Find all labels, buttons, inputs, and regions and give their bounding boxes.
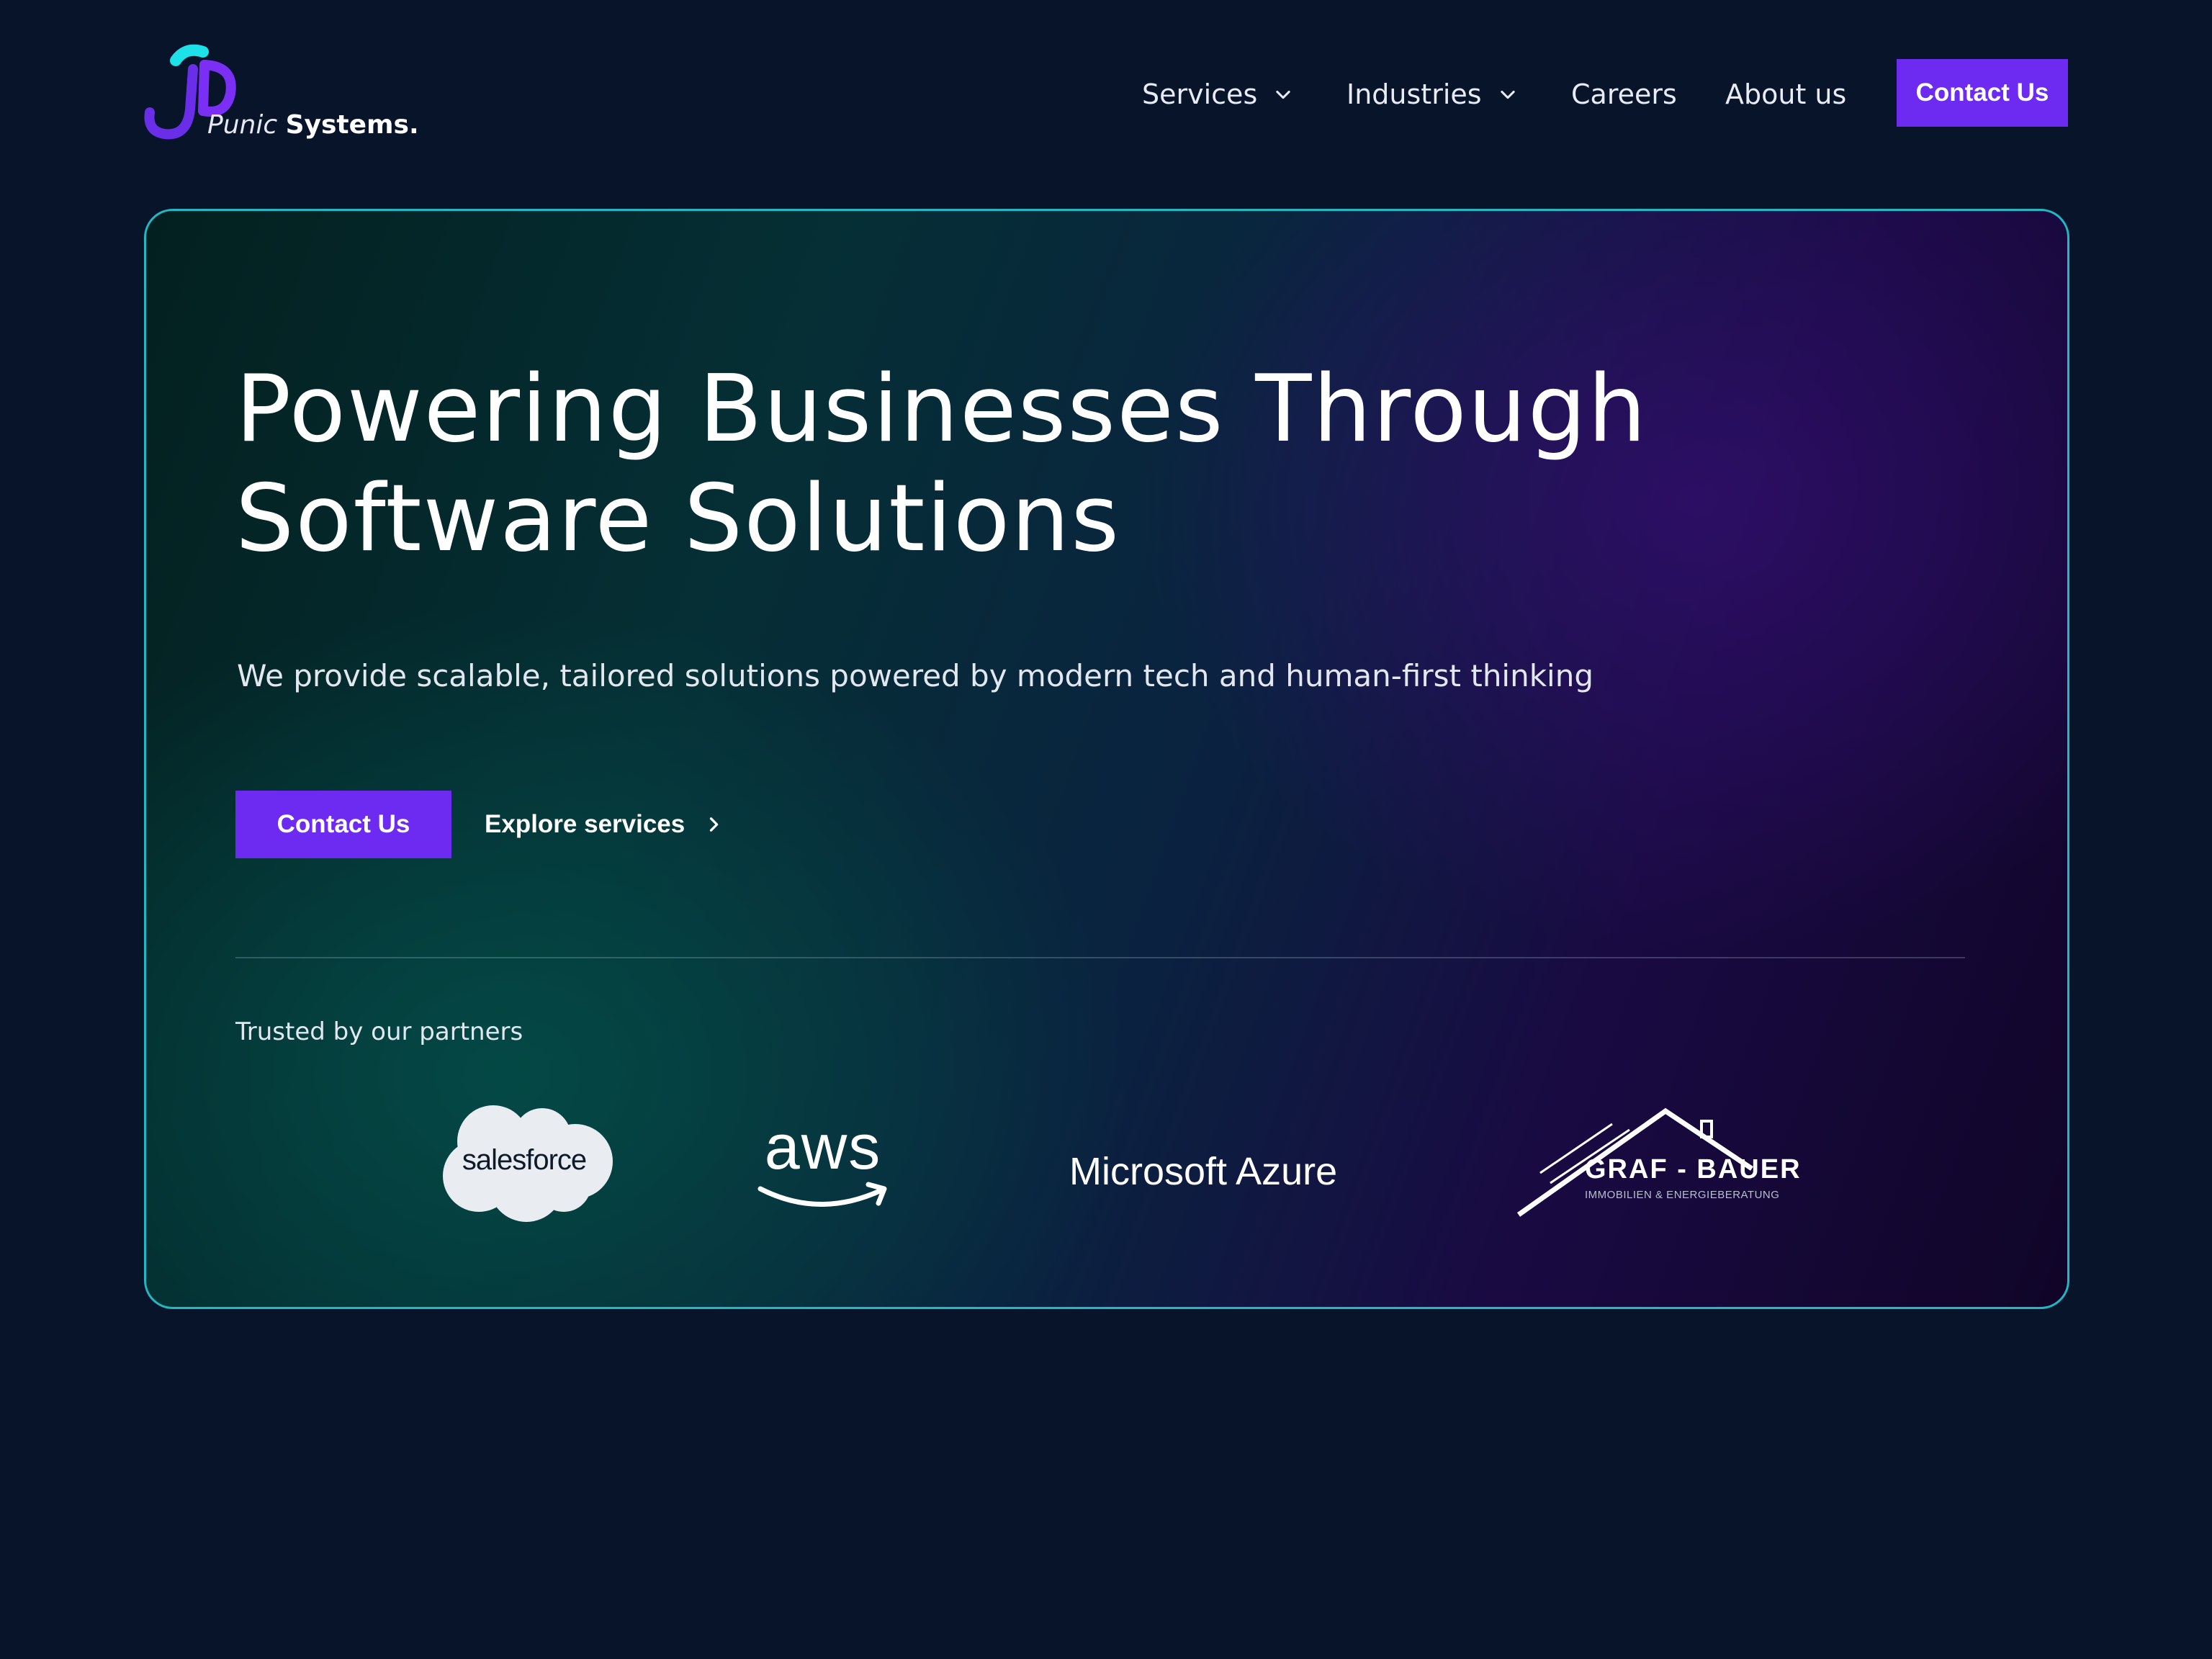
- nav-item-about-us[interactable]: About us: [1725, 69, 1846, 120]
- nav-item-label: Services: [1142, 78, 1258, 110]
- nav-item-careers[interactable]: Careers: [1571, 69, 1677, 120]
- chevron-down-icon: [1500, 90, 1515, 99]
- hero-title-line-2: Software Solutions: [235, 465, 1121, 572]
- graf-bauer-logo: GRAF - BAUER IMMOBILIEN & ENERGIEBERATUN…: [1514, 1104, 1802, 1226]
- partners-label: Trusted by our partners: [235, 1017, 523, 1046]
- header-contact-button[interactable]: Contact Us: [1897, 59, 2068, 127]
- chevron-down-icon: [1276, 90, 1290, 99]
- graf-bauer-wordmark: GRAF - BAUER: [1585, 1154, 1802, 1184]
- hero-subtitle: We provide scalable, tailored solutions …: [237, 658, 1593, 693]
- main-nav: Services Industries Careers About us: [0, 69, 2212, 120]
- aws-logo: aws: [755, 1111, 899, 1219]
- hero-title-line-1: Powering Businesses Through: [235, 356, 1648, 463]
- nav-item-services[interactable]: Services: [1142, 69, 1293, 120]
- explore-services-link[interactable]: Explore services: [485, 791, 724, 858]
- salesforce-wordmark: salesforce: [462, 1144, 587, 1176]
- nav-item-label: Industries: [1346, 78, 1482, 110]
- hero-contact-button[interactable]: Contact Us: [235, 791, 451, 858]
- salesforce-logo: salesforce: [434, 1104, 614, 1226]
- microsoft-azure-logo: Microsoft Azure: [1069, 1150, 1338, 1193]
- hero-card: Powering Businesses Through Software Sol…: [144, 209, 2069, 1309]
- hero-title: Powering Businesses Through Software Sol…: [235, 355, 1820, 574]
- nav-item-label: About us: [1725, 78, 1847, 110]
- chevron-right-icon: [710, 817, 719, 832]
- site-header: Punic Systems. Services Industries Caree…: [0, 0, 2212, 187]
- nav-item-label: Careers: [1571, 78, 1677, 110]
- graf-bauer-tagline: IMMOBILIEN & ENERGIEBERATUNG: [1585, 1189, 1780, 1201]
- hero-divider: [235, 957, 1965, 958]
- nav-item-industries[interactable]: Industries: [1346, 69, 1518, 120]
- aws-smile-icon: [757, 1182, 887, 1207]
- explore-services-label: Explore services: [485, 810, 685, 838]
